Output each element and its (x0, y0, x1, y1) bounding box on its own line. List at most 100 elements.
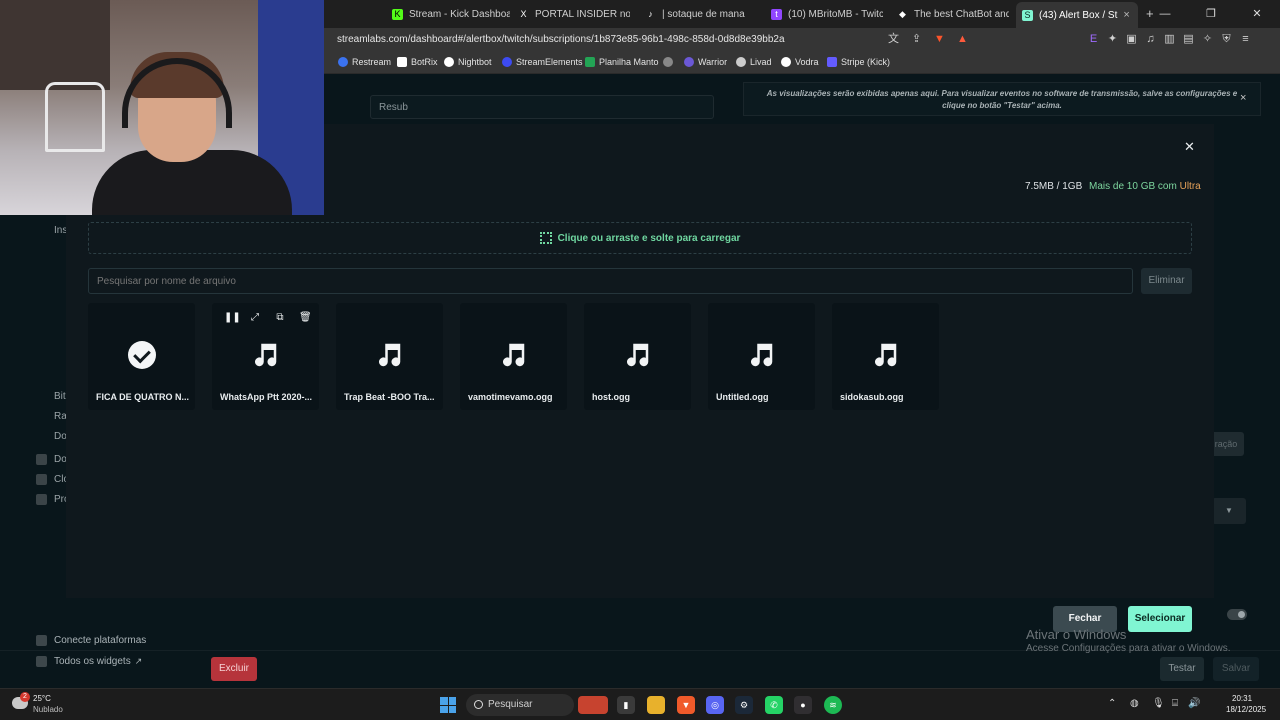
select-button[interactable]: Selecionar (1128, 606, 1192, 632)
brave-shield-icon[interactable]: ▼ (932, 32, 947, 47)
storage-usage: 7.5MB / 1GB (1025, 181, 1083, 192)
botrix-icon (397, 57, 407, 67)
file-tile[interactable]: sidokasub.ogg (832, 303, 939, 410)
minimize-icon[interactable]: — (1142, 0, 1188, 28)
translate-icon[interactable]: 文 (886, 32, 901, 47)
discord-icon[interactable]: ◎ (706, 696, 724, 714)
pause-icon[interactable]: ❚❚ (224, 312, 241, 324)
widgets-icon[interactable] (578, 696, 608, 714)
file-tile[interactable]: Trap Beat -BOO Tra... (336, 303, 443, 410)
tiktok-icon: ♪ (648, 8, 653, 19)
bookmark-planilha[interactable]: Planilha Manto (585, 57, 659, 67)
brave-rewards-icon[interactable]: ▲ (955, 32, 970, 47)
all-widgets-link[interactable]: Todos os widgets ↗ (36, 656, 142, 667)
tab-kick[interactable]: K Stream - Kick Dashboard (392, 4, 510, 24)
sidebar-item-clo[interactable]: Clo (36, 474, 69, 485)
restream-icon (338, 57, 348, 67)
whatsapp-icon[interactable]: ✆ (765, 696, 783, 714)
maximize-icon[interactable]: ❐ (1188, 0, 1234, 28)
file-tile[interactable]: vamotimevamo.ogg (460, 303, 567, 410)
streamelements-icon (502, 57, 512, 67)
bookmark-nightbot[interactable]: Nightbot (444, 57, 492, 67)
bookmark-globe[interactable] (663, 57, 677, 67)
duplicate-icon[interactable]: ⧉ (274, 312, 286, 324)
file-tile[interactable]: Untitled.ogg (708, 303, 815, 410)
brave-icon[interactable]: ▼ (677, 696, 695, 714)
bookmark-streamelements[interactable]: StreamElements (502, 57, 583, 67)
close-modal-icon[interactable]: ✕ (1184, 139, 1195, 155)
sidebar-item-do[interactable]: Do (36, 454, 67, 465)
close-window-icon[interactable]: ✕ (1234, 0, 1280, 28)
tab-label: (10) MBritoMB - Twitch (788, 8, 883, 20)
weather-temperature[interactable]: 25°C (33, 694, 51, 703)
spotify-icon[interactable]: ≋ (824, 696, 842, 714)
network-icon[interactable]: ⌸ (1172, 698, 1178, 709)
file-tile[interactable]: FICA DE QUATRO N... (88, 303, 195, 410)
vpn-icon[interactable]: ⛨ (1219, 32, 1234, 47)
file-explorer-icon[interactable] (647, 696, 665, 714)
file-name: Trap Beat -BOO Tra... (344, 392, 435, 402)
file-search-input[interactable] (88, 268, 1133, 294)
windows-activation-title: Ativar o Windows (1026, 627, 1127, 642)
upload-dropzone[interactable]: Clique ou arraste e solte para carregar (88, 222, 1192, 254)
resub-input[interactable]: Resub (370, 95, 714, 119)
tab-alertbox[interactable]: S (43) Alert Box / St × (1016, 2, 1138, 28)
file-name: sidokasub.ogg (840, 392, 904, 402)
clock-time[interactable]: 20:31 (1232, 694, 1252, 703)
background-dropdown[interactable]: ▼ (1212, 498, 1246, 524)
delete-file-button[interactable]: Eliminar (1141, 268, 1192, 294)
trash-icon[interactable]: 🗑 (299, 312, 312, 324)
preview-notice: As visualizações serão exibidas apenas a… (743, 82, 1261, 116)
leo-icon[interactable]: ✧ (1200, 32, 1215, 47)
windows-start-icon[interactable] (440, 697, 456, 713)
weather-description[interactable]: Nublado (33, 705, 63, 714)
file-tile[interactable]: host.ogg (584, 303, 691, 410)
tray-app-icon[interactable]: ◍ (1130, 698, 1139, 709)
nightbot-icon (444, 57, 454, 67)
bookmark-botrix[interactable]: BotRix (397, 57, 438, 67)
sidebar-fragment[interactable]: Bit (54, 391, 66, 402)
bookmark-stripe[interactable]: Stripe (Kick) (827, 57, 890, 67)
sidebar-icon[interactable]: ▥ (1162, 32, 1177, 47)
wallet-icon[interactable]: ▤ (1181, 32, 1196, 47)
expand-icon[interactable]: ⤢ (249, 312, 261, 324)
tab-x[interactable]: X PORTAL INSIDER no X: " (518, 4, 630, 24)
obs-icon[interactable]: ● (794, 696, 812, 714)
clock-date[interactable]: 18/12/2025 (1226, 705, 1266, 714)
menu-icon[interactable]: ≡ (1238, 32, 1253, 47)
bookmark-warrior[interactable]: Warrior (684, 57, 727, 67)
music-note-icon (379, 343, 401, 367)
close-notice-icon[interactable]: × (1240, 92, 1246, 104)
tab-tiktok[interactable]: ♪ | sotaque de mana (645, 4, 757, 24)
grid-icon (36, 656, 47, 667)
task-view-icon[interactable]: ▮ (617, 696, 635, 714)
taskbar-search[interactable]: Pesquisar (466, 694, 574, 716)
save-button[interactable]: Salvar (1213, 657, 1259, 681)
delete-button[interactable]: Excluir (211, 657, 257, 681)
sidebar-fragment[interactable]: Do (54, 431, 67, 442)
media-icon[interactable]: ♫ (1143, 32, 1158, 47)
connect-platforms-link[interactable]: Conecte plataformas (36, 635, 146, 646)
bookmark-restream[interactable]: Restream (338, 57, 391, 67)
tab-twitch[interactable]: t (10) MBritoMB - Twitch (771, 4, 883, 24)
upgrade-link[interactable]: Mais de 10 GB com Ultra (1089, 181, 1201, 192)
background-toggle[interactable] (1227, 609, 1247, 620)
extensions-icon[interactable]: ✦ (1105, 32, 1120, 47)
music-note-icon (503, 343, 525, 367)
tray-chevron-icon[interactable]: ⌃ (1108, 698, 1116, 709)
notification-badge: 2 (20, 692, 30, 702)
close-tab-icon[interactable]: × (1123, 9, 1129, 21)
extension-e-icon[interactable]: E (1086, 32, 1101, 47)
test-button[interactable]: Testar (1160, 657, 1204, 681)
tab-chatbot[interactable]: ◆ The best ChatBot and Wi (897, 4, 1009, 24)
url-field[interactable]: streamlabs.com/dashboard#/alertbox/twitc… (337, 34, 785, 45)
file-tile[interactable]: ❚❚ ⤢ ⧉ 🗑 WhatsApp Ptt 2020-... (212, 303, 319, 410)
screenshot-icon[interactable]: ▣ (1124, 32, 1139, 47)
volume-icon[interactable]: 🔊 (1188, 698, 1200, 709)
bookmark-vodra[interactable]: Vodra (781, 57, 819, 67)
sidebar-item-pro[interactable]: Pro (36, 494, 70, 505)
microphone-icon[interactable]: 🎙 (1152, 698, 1165, 709)
bookmark-livad[interactable]: Livad (736, 57, 772, 67)
steam-icon[interactable]: ⚙ (735, 696, 753, 714)
share-icon[interactable]: ⇪ (909, 32, 924, 47)
